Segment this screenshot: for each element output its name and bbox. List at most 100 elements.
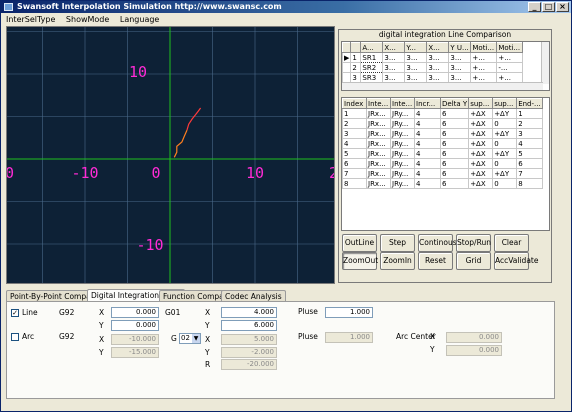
step-cell: 8 xyxy=(516,178,543,189)
step-cell: JRx... xyxy=(366,178,391,189)
axis-label-y-pos: 10 xyxy=(129,63,147,81)
close-button[interactable]: × xyxy=(556,2,569,12)
arc-checkbox[interactable] xyxy=(11,333,19,341)
arc-direction-select[interactable]: 02 ▼ xyxy=(179,333,201,344)
step-cell: JRx... xyxy=(366,158,391,169)
axis-label-x-zero: 0 xyxy=(151,164,160,182)
chevron-down-icon[interactable]: ▼ xyxy=(192,334,200,343)
menu-showmode[interactable]: ShowMode xyxy=(63,15,112,24)
step-row[interactable]: 3 JRx... JRy... 4 6 +ΔX +ΔY 3 xyxy=(342,128,543,139)
y1-label: Y xyxy=(99,321,104,330)
step-cell: 1 xyxy=(342,108,367,119)
segment-column-header[interactable] xyxy=(342,42,352,53)
segment-column-header[interactable]: A... xyxy=(360,42,384,53)
step-column-header[interactable]: Inte... xyxy=(366,98,391,109)
end-y-input[interactable]: 6.000 xyxy=(221,320,277,331)
x2-label: X xyxy=(99,335,105,344)
step-cell: 4 xyxy=(414,138,441,149)
radius-input: -20.000 xyxy=(221,359,277,370)
zoomout-button[interactable]: ZoomOut xyxy=(342,252,378,270)
segment-column-header[interactable]: X... xyxy=(426,42,450,53)
step-grid[interactable]: Index Inte... Inte... Incr... Delta Ysup... s… xyxy=(341,97,550,231)
step-row[interactable]: 1 JRx... JRy... 4 6 +ΔX +ΔY 1 xyxy=(342,108,543,119)
step-cell: 6 xyxy=(439,108,470,119)
segment-column-header[interactable] xyxy=(350,42,362,53)
step-cell: 4 xyxy=(414,148,441,159)
start-y-input[interactable]: 0.000 xyxy=(111,320,159,331)
line-checkbox[interactable]: ✓ xyxy=(11,309,19,317)
segment-cell: 3... xyxy=(426,62,450,73)
clear-button[interactable]: Clear xyxy=(494,234,529,252)
segment-cell: 2 xyxy=(350,62,362,73)
segment-grid[interactable]: A... X... Y... X... Y U... Moti... Moti... ▶ 1 SR… xyxy=(341,41,550,91)
step-cell: JRy... xyxy=(390,148,415,159)
segment-cell: +... xyxy=(470,52,498,63)
arc-center-x-input: 0.000 xyxy=(446,332,502,343)
g92-label-2: G92 xyxy=(59,332,75,341)
step-cell: +ΔY xyxy=(492,128,518,139)
step-cell: JRy... xyxy=(390,168,415,179)
zoomin-button[interactable]: ZoomIn xyxy=(380,252,415,270)
menu-language[interactable]: Language xyxy=(117,15,162,24)
segment-row[interactable]: ▶ 1 SR1 3... 3... 3... 3... +... +... xyxy=(342,52,524,63)
step-column-header[interactable]: Inte... xyxy=(390,98,415,109)
segment-column-header[interactable]: X... xyxy=(382,42,406,53)
step-header-row: Index Inte... Inte... Incr... Delta Ysup... s… xyxy=(342,98,543,109)
segment-column-header[interactable]: Y... xyxy=(404,42,428,53)
step-cell: 3 xyxy=(516,128,543,139)
segment-cell: 3... xyxy=(426,72,450,83)
step-row[interactable]: 2 JRx... JRy... 4 6 +ΔX 0 2 xyxy=(342,118,543,129)
segment-hscroll[interactable] xyxy=(342,82,543,90)
outline-button[interactable]: OutLine xyxy=(342,234,377,252)
step-row[interactable]: 6 JRx... JRy... 4 6 +ΔX 0 6 xyxy=(342,158,543,169)
axis-label-x-right_edge: 2 xyxy=(329,164,335,182)
arc-end-x-input: 5.000 xyxy=(221,334,277,345)
step-column-header[interactable]: sup... xyxy=(492,98,518,109)
axis-label-x-left_edge: 0 xyxy=(7,164,14,182)
x4-label: X xyxy=(205,335,211,344)
segment-vscroll[interactable] xyxy=(541,42,549,84)
step-column-header[interactable]: Incr... xyxy=(414,98,441,109)
step-cell: 7 xyxy=(342,168,367,179)
step-column-header[interactable]: Index xyxy=(342,98,367,109)
title-bar: Swansoft Interpolation Simulation http:/… xyxy=(1,1,571,13)
arc-start-x-input: -10.000 xyxy=(111,334,159,345)
segment-column-header[interactable]: Y U... xyxy=(448,42,472,53)
step-row[interactable]: 5 JRx... JRy... 4 6 +ΔX +ΔY 5 xyxy=(342,148,543,159)
segment-cell: +... xyxy=(496,72,524,83)
start-x-input[interactable]: 0.000 xyxy=(111,307,159,318)
menu-interseltype[interactable]: InterSelType xyxy=(3,15,58,24)
grid-button[interactable]: Grid xyxy=(456,252,491,270)
interpolation-canvas[interactable]: 10 -10 -10 0 10 0 2 xyxy=(6,26,335,284)
pluse-input-1[interactable]: 1.000 xyxy=(325,307,373,318)
step-cell: +ΔY xyxy=(492,108,518,119)
stop-run-button[interactable]: Stop/Run xyxy=(456,234,491,252)
segment-column-header[interactable]: Moti... xyxy=(496,42,524,53)
arc-end-y-input: -2.000 xyxy=(221,347,277,358)
segment-cell: 3... xyxy=(382,72,406,83)
pluse-label-2: Pluse xyxy=(298,332,318,341)
step-column-header[interactable]: sup... xyxy=(468,98,494,109)
reset-button[interactable]: Reset xyxy=(418,252,453,270)
continous-button[interactable]: Continous xyxy=(418,234,457,252)
step-button[interactable]: Step xyxy=(380,234,415,252)
step-table: Index Inte... Inte... Incr... Delta Ysup... s… xyxy=(342,98,543,189)
end-x-input[interactable]: 4.000 xyxy=(221,307,277,318)
minimize-button[interactable]: _ xyxy=(528,2,541,12)
step-row[interactable]: 7 JRx... JRy... 4 6 +ΔX +ΔY 7 xyxy=(342,168,543,179)
accvalidate-button[interactable]: AccValidate xyxy=(494,252,538,270)
step-cell: JRx... xyxy=(366,118,391,129)
maximize-button[interactable]: □ xyxy=(542,2,555,12)
step-row[interactable]: 4 JRx... JRy... 4 6 +ΔX 0 4 xyxy=(342,138,543,149)
segment-row[interactable]: 2 SR2 3... 3... 3... 3... +... -... xyxy=(342,62,524,73)
interpolation-path-upper xyxy=(186,107,202,131)
segment-column-header[interactable]: Moti... xyxy=(470,42,498,53)
step-cell: JRx... xyxy=(366,128,391,139)
main-window: Swansoft Interpolation Simulation http:/… xyxy=(0,0,572,412)
segment-row[interactable]: 3 SR3 3... 3... 3... 3... +... +... xyxy=(342,72,524,83)
step-column-header[interactable]: Delta Y xyxy=(439,98,470,109)
step-cell: 0 xyxy=(492,158,518,169)
step-column-header[interactable]: End-... xyxy=(516,98,543,109)
step-cell: 4 xyxy=(414,128,441,139)
step-row[interactable]: 8 JRx... JRy... 4 6 +ΔX 0 8 xyxy=(342,178,543,189)
